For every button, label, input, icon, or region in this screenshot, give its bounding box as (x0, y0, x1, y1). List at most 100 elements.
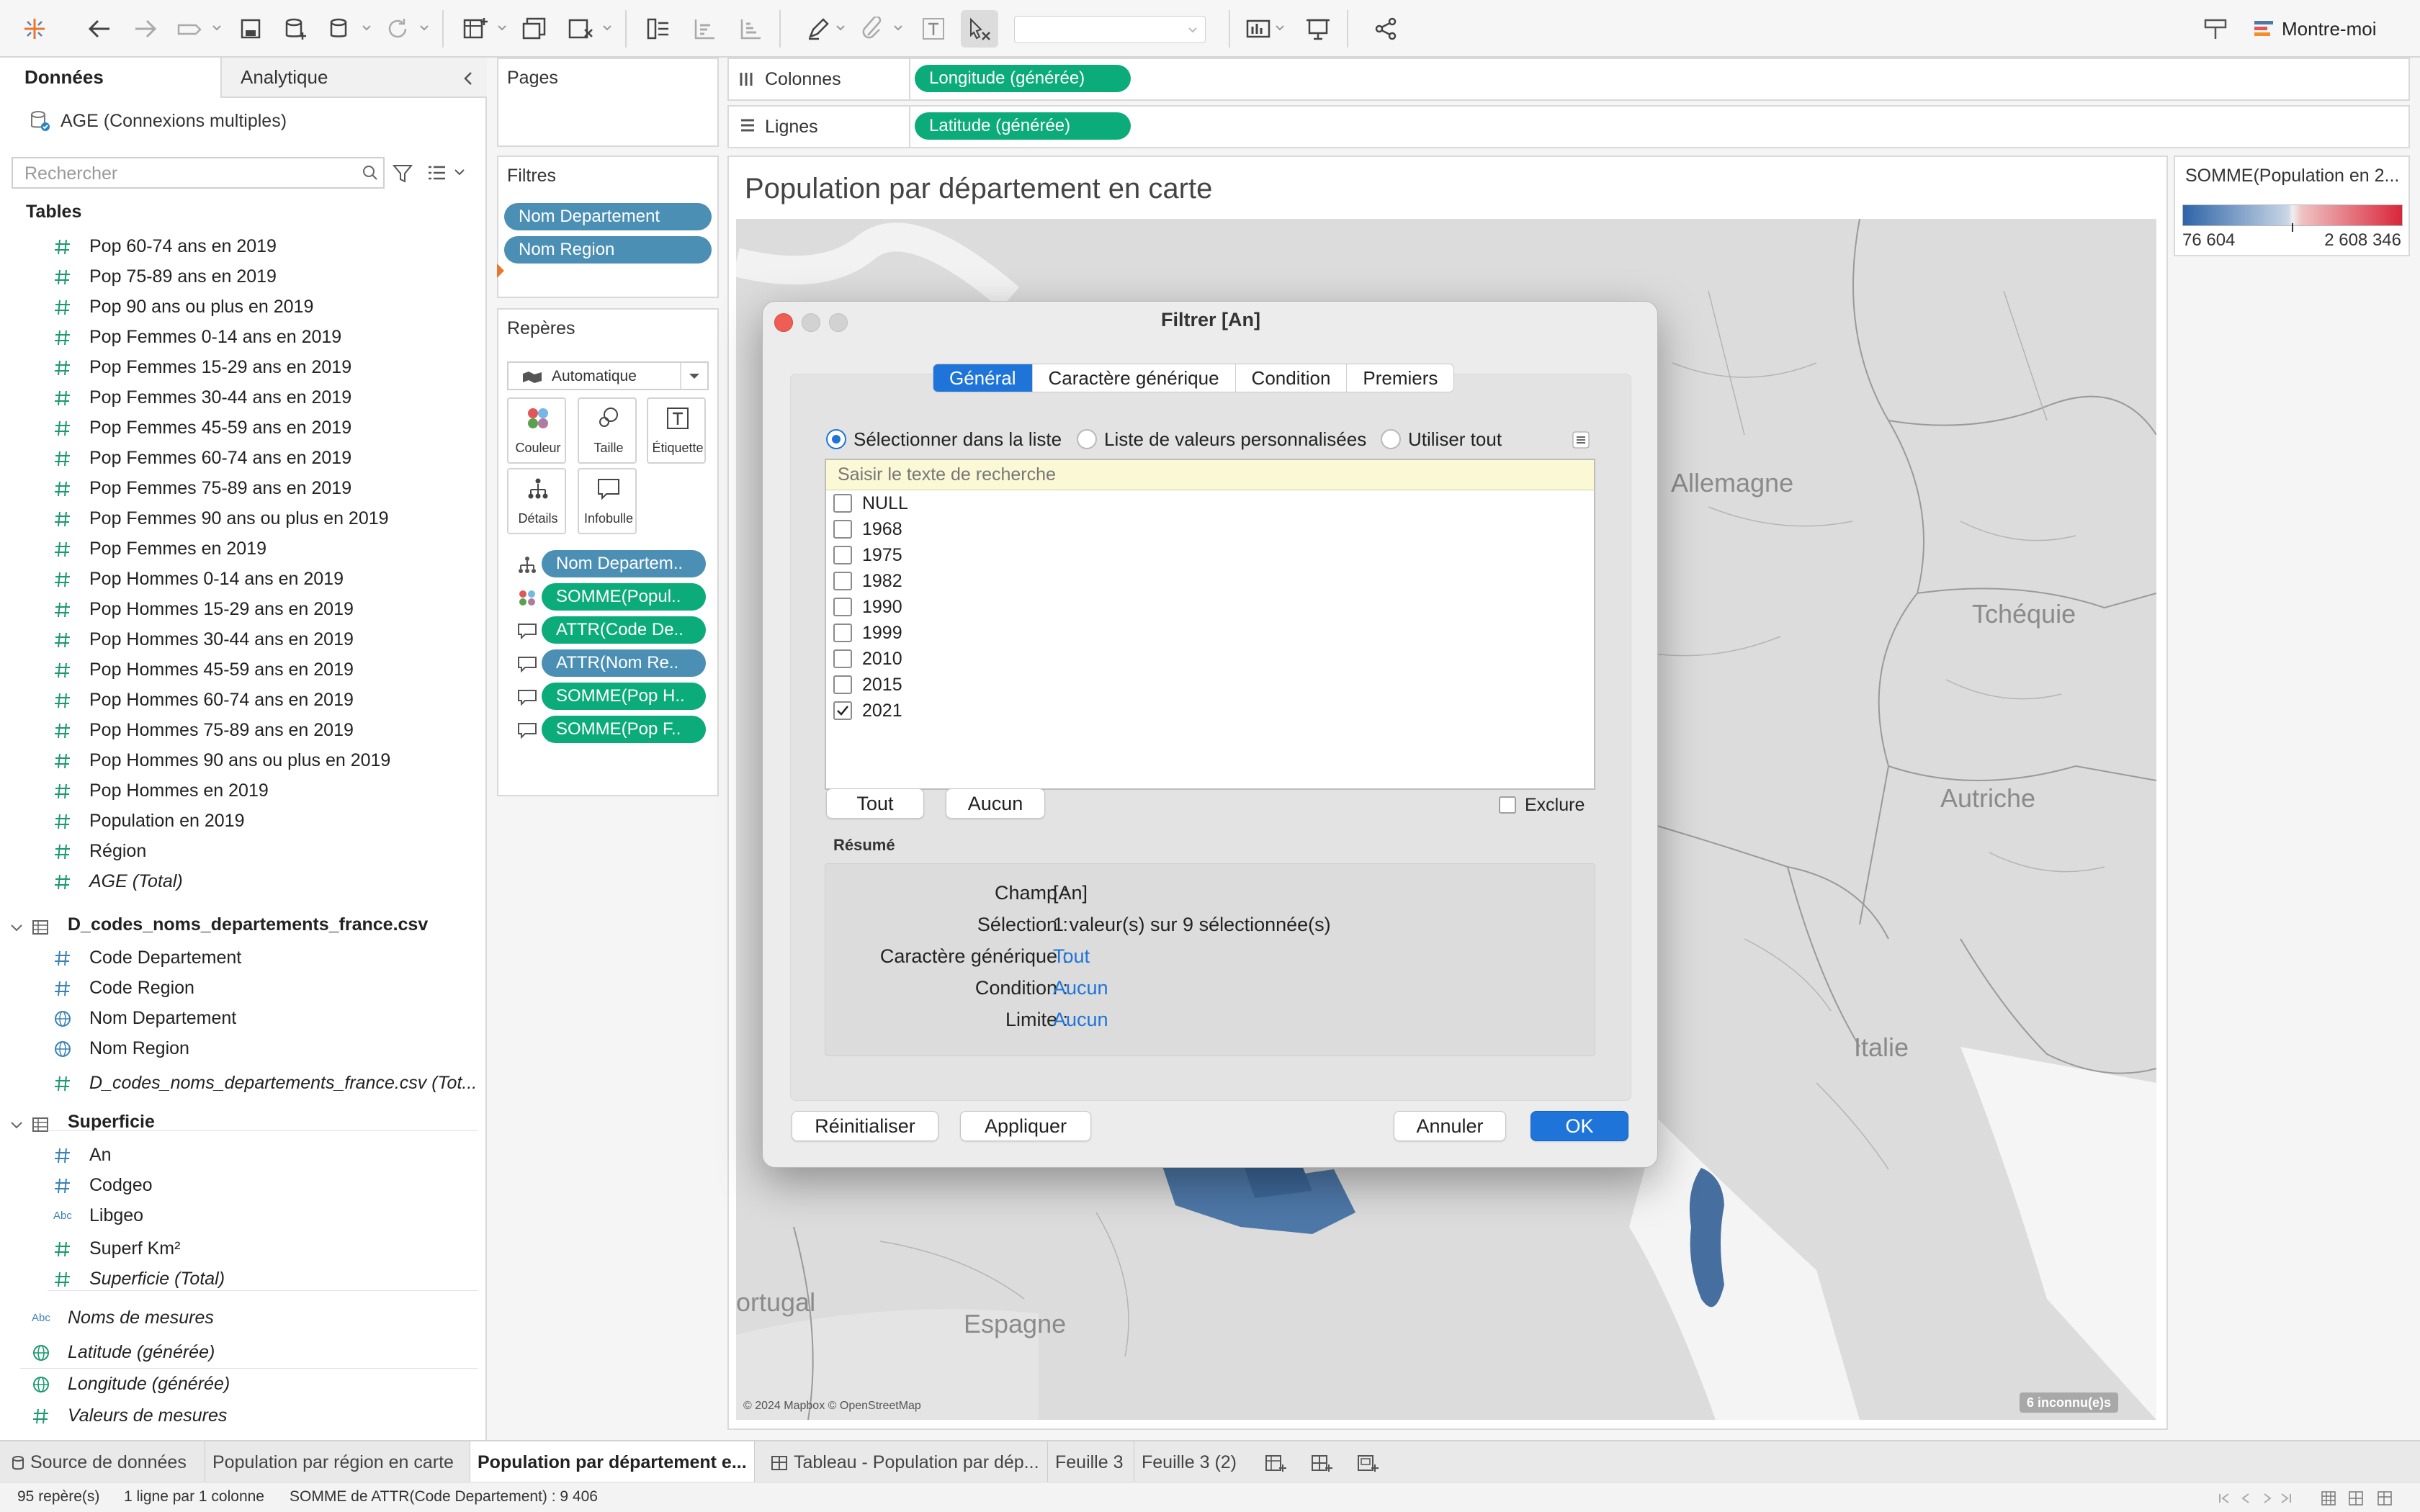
field-row[interactable]: Pop Hommes 15-29 ans en 2019 (0, 595, 487, 625)
show-me-button[interactable]: Montre-moi (2253, 14, 2376, 43)
apply-button[interactable]: Appliquer (960, 1111, 1091, 1141)
tab-top[interactable]: Premiers (1347, 364, 1453, 392)
checkbox[interactable] (833, 572, 852, 590)
value-item[interactable]: 1975 (833, 542, 902, 568)
field-row[interactable]: Pop Femmes 75-89 ans en 2019 (0, 474, 487, 504)
tab-condition[interactable]: Condition (1236, 364, 1348, 392)
field-row[interactable]: Pop Femmes 90 ans ou plus en 2019 (0, 504, 487, 534)
summary-link[interactable]: Aucun (1053, 1009, 1108, 1031)
field-row[interactable]: Pop Femmes 45-59 ans en 2019 (0, 413, 487, 444)
rows-shelf[interactable]: Lignes Latitude (générée) (727, 105, 2410, 148)
field-row[interactable]: Pop Hommes 0-14 ans en 2019 (0, 564, 487, 595)
mark-field-row[interactable]: SOMME(Pop F.. (511, 716, 706, 744)
chevron-down-icon[interactable] (419, 24, 429, 35)
chevron-down-icon[interactable] (497, 24, 507, 35)
field-row[interactable]: Code Departement (0, 943, 487, 973)
unknown-badge[interactable]: 6 inconnu(e)s (2020, 1392, 2119, 1413)
label-icon[interactable] (915, 10, 952, 48)
field-row[interactable]: Codgeo (0, 1171, 487, 1201)
mark-pill[interactable]: Nom Departem.. (542, 550, 706, 577)
radio-select-list[interactable]: Sélectionner dans la liste (826, 427, 1062, 451)
field-row[interactable]: Pop 60-74 ans en 2019 (0, 232, 487, 262)
undo-icon[interactable] (81, 10, 118, 48)
redo-icon[interactable] (127, 10, 164, 48)
pages-card[interactable]: Pages (497, 58, 719, 147)
value-item[interactable]: 1982 (833, 568, 902, 594)
fit-dropdown[interactable] (1014, 16, 1206, 43)
value-item[interactable]: 2015 (833, 672, 902, 698)
list-menu-icon[interactable] (1572, 431, 1590, 449)
datasource-row[interactable]: AGE (Connexions multiples) (29, 107, 287, 135)
reset-button[interactable]: Réinitialiser (792, 1111, 938, 1141)
select-all-button[interactable]: Tout (826, 788, 924, 819)
highlight-icon[interactable] (799, 10, 837, 48)
chevron-down-icon[interactable] (893, 24, 903, 35)
field-row[interactable]: Pop Hommes 75-89 ans en 2019 (0, 716, 487, 746)
tab-datasource[interactable]: Source de données (4, 1441, 194, 1483)
sort-desc-icon[interactable] (732, 10, 769, 48)
duplicate-sheet-icon[interactable] (516, 10, 553, 48)
presenter-icon[interactable] (2197, 10, 2234, 48)
chevron-down-icon[interactable] (1275, 24, 1285, 35)
value-search-input[interactable]: Saisir le texte de recherche (826, 460, 1594, 490)
checkbox[interactable] (833, 546, 852, 564)
mark-field-row[interactable]: Nom Departem.. (511, 550, 706, 579)
share-icon[interactable] (1367, 10, 1404, 48)
field-row[interactable]: Pop Hommes en 2019 (0, 776, 487, 806)
new-dashboard-icon[interactable] (1311, 1453, 1332, 1473)
swap-icon[interactable] (640, 10, 677, 48)
view-mode-icons[interactable] (2321, 1490, 2410, 1507)
tab-wildcard[interactable]: Caractère générique (1033, 364, 1236, 392)
mark-pill[interactable]: SOMME(Popul.. (542, 583, 706, 611)
filter-icon[interactable] (392, 163, 413, 184)
mark-field-row[interactable]: ATTR(Code De.. (511, 616, 706, 645)
radio-custom-list[interactable]: Liste de valeurs personnalisées (1077, 427, 1366, 451)
chevron-down-icon[interactable] (212, 24, 222, 35)
columns-pill[interactable]: Longitude (générée) (915, 65, 1131, 92)
field-row[interactable]: Abc Libgeo (0, 1201, 487, 1231)
sheet-navigation-icons[interactable] (2217, 1491, 2296, 1506)
sheet-tab[interactable]: Feuille 3 (2) (1134, 1441, 1244, 1483)
tab-analytics[interactable]: Analytique (220, 58, 487, 98)
collapse-icon[interactable] (462, 71, 474, 86)
value-item[interactable]: 1990 (833, 594, 902, 620)
field-row[interactable]: An (0, 1140, 487, 1171)
tableau-logo-icon[interactable] (16, 10, 53, 48)
field-row[interactable]: Abc Noms de mesures (0, 1303, 487, 1333)
field-row[interactable]: Longitude (générée) (0, 1369, 487, 1400)
filter-pill[interactable]: Nom Departement (504, 203, 712, 230)
checkbox[interactable] (833, 649, 852, 668)
checkbox[interactable] (833, 520, 852, 539)
checkbox[interactable] (833, 701, 852, 720)
mark-field-row[interactable]: SOMME(Pop H.. (511, 683, 706, 711)
new-datasource-icon[interactable] (277, 10, 314, 48)
field-row[interactable]: Nom Departement (0, 1004, 487, 1034)
radio-button[interactable] (826, 429, 846, 449)
field-row[interactable]: Pop Femmes en 2019 (0, 534, 487, 564)
sheet-tab[interactable]: Tableau - Population par dép... (763, 1441, 1047, 1483)
select-none-button[interactable]: Aucun (946, 788, 1045, 819)
field-row[interactable]: Pop Femmes 15-29 ans en 2019 (0, 353, 487, 383)
checkbox[interactable] (833, 494, 852, 513)
fix-axes-icon[interactable] (961, 10, 998, 48)
chevron-down-icon[interactable] (10, 923, 23, 933)
summary-link[interactable]: Tout (1053, 945, 1090, 968)
checkbox[interactable] (833, 624, 852, 642)
refresh-icon[interactable] (379, 10, 416, 48)
value-item[interactable]: 1999 (833, 620, 902, 646)
color-button[interactable]: Couleur (507, 397, 566, 464)
table-name[interactable]: D_codes_noms_departements_france.csv (68, 914, 428, 943)
mark-pill[interactable]: ATTR(Nom Re.. (542, 649, 706, 677)
chevron-down-icon[interactable] (602, 24, 612, 35)
show-cards-icon[interactable] (1240, 10, 1278, 48)
field-row[interactable]: Pop Hommes 30-44 ans en 2019 (0, 625, 487, 655)
field-row[interactable]: Pop 90 ans ou plus en 2019 (0, 292, 487, 323)
ok-button[interactable]: OK (1531, 1111, 1628, 1141)
summary-link[interactable]: Aucun (1053, 977, 1108, 999)
radio-button[interactable] (1381, 429, 1401, 449)
field-row[interactable]: Pop Femmes 0-14 ans en 2019 (0, 323, 487, 353)
sheet-tab-active[interactable]: Population par département e... (470, 1441, 755, 1483)
view-options-icon[interactable] (426, 164, 448, 183)
field-row[interactable]: D_codes_noms_departements_france.csv (To… (0, 1068, 487, 1099)
mark-type-select[interactable]: Automatique (507, 361, 709, 390)
